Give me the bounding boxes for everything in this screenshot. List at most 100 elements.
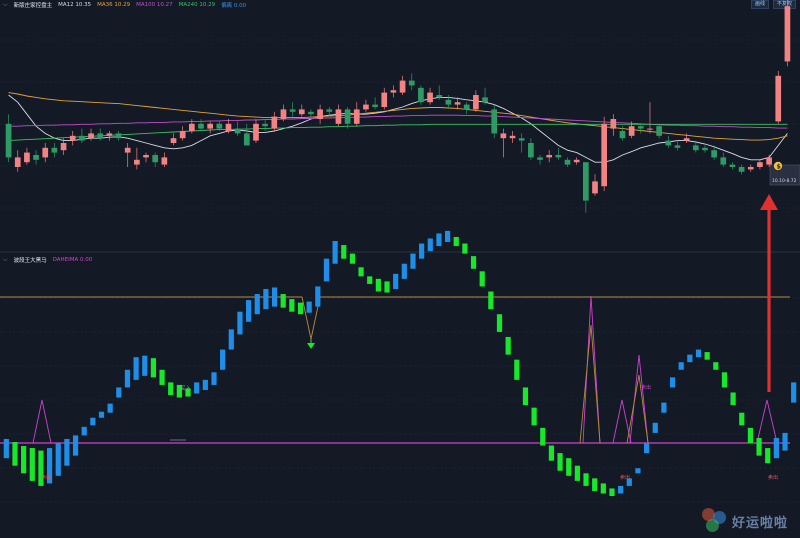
candle-body — [463, 104, 470, 110]
chart-canvas[interactable]: 10.10-8.72 $ 买入 卖出 卖出 卖出 卖出 — [0, 0, 800, 538]
indicator-bar — [574, 465, 580, 481]
indicator-bar — [704, 352, 710, 360]
candle-body — [179, 131, 186, 139]
indicator-bar — [323, 258, 330, 282]
indicator-bar — [773, 437, 779, 459]
indicator-bar — [765, 448, 771, 464]
indicator-bar — [124, 369, 131, 388]
indicator-bar — [661, 402, 667, 413]
candle-body — [308, 111, 314, 115]
indicator-bar — [228, 329, 234, 350]
candle-body — [702, 147, 708, 151]
indicator-bar — [315, 286, 321, 307]
candle-body — [207, 123, 214, 129]
indicator-bar — [747, 427, 754, 443]
indicator-bar — [462, 243, 468, 254]
candle-body — [564, 159, 571, 165]
magenta-spike — [32, 399, 52, 444]
candle-body — [656, 126, 662, 136]
up-arrow-annotation — [760, 194, 778, 392]
indicator-bar — [306, 301, 312, 313]
candle-body — [454, 102, 461, 105]
candle-body — [399, 80, 406, 93]
candle-body — [353, 109, 360, 124]
candle-body — [628, 126, 635, 136]
candle-body — [711, 150, 717, 158]
candle-body — [152, 155, 159, 163]
candle-body — [124, 147, 131, 153]
candle-body — [381, 92, 388, 107]
candle-body — [88, 133, 94, 139]
candle-body — [326, 109, 333, 112]
candle-body — [14, 157, 21, 167]
indicator-bar — [436, 233, 442, 247]
indicator-bar — [90, 417, 96, 426]
candle-body — [143, 155, 149, 158]
candle-body — [363, 104, 369, 110]
indicator-bar — [21, 446, 27, 474]
indicator-bar — [72, 435, 79, 456]
indicator-bar — [116, 387, 122, 398]
indicator-bar — [211, 372, 217, 385]
candle-body — [573, 159, 580, 163]
candle-body — [665, 140, 672, 146]
candle-body — [482, 97, 488, 103]
candle-body — [647, 128, 653, 130]
candle-body — [225, 123, 232, 131]
candle-body — [537, 157, 543, 160]
indicator-bar — [263, 288, 269, 310]
candle-body — [418, 87, 424, 103]
indicator-bar — [453, 236, 459, 247]
indicator-bar — [358, 267, 364, 277]
price-tag-text: 10.10-8.72 — [772, 178, 797, 184]
indicator-bar — [566, 458, 572, 476]
indicator-bar — [531, 407, 537, 426]
candle-body — [298, 109, 305, 115]
candle-body — [69, 135, 76, 141]
indicator-bar — [194, 382, 200, 394]
candle-body — [674, 145, 681, 148]
indicator-bar — [557, 453, 563, 471]
indicator-bar — [289, 299, 295, 312]
candle-body — [188, 123, 195, 131]
candle-body — [766, 157, 772, 165]
candle-body — [5, 123, 12, 158]
candle-body — [436, 95, 443, 98]
info-icon[interactable]: $ — [773, 161, 783, 171]
indicator-bar — [55, 443, 61, 476]
sell-label-3: 卖出 — [641, 384, 651, 391]
indicator-bar — [444, 230, 451, 243]
indicator-bar — [12, 441, 18, 466]
sell-label-1: 卖出 — [41, 474, 51, 481]
indicator-bar — [548, 445, 555, 461]
candle-body — [161, 157, 168, 165]
candle-body — [280, 109, 287, 119]
indicator-bar — [782, 432, 788, 451]
indicator-bar — [522, 387, 529, 406]
indicator-bar — [600, 483, 606, 494]
indicator-bar — [687, 354, 693, 363]
candle-body — [253, 123, 259, 141]
indicator-bars — [3, 230, 797, 497]
indicator-bar — [695, 349, 702, 358]
candle-body — [683, 138, 690, 141]
indicator-bar — [505, 336, 511, 355]
indicator-bar — [488, 291, 494, 310]
upper-reference-line — [0, 296, 790, 340]
indicator-bar — [245, 300, 252, 322]
indicator-bar — [375, 278, 381, 292]
indicator-bar — [419, 243, 425, 259]
indicator-bar — [583, 473, 589, 486]
magenta-spike — [756, 399, 778, 444]
indicator-bar — [341, 245, 347, 259]
indicator-bar — [730, 392, 736, 406]
candle-body — [335, 109, 342, 124]
candle-body — [601, 123, 608, 187]
candle-body — [134, 159, 140, 165]
sell-label-2: 卖出 — [620, 474, 630, 481]
indicator-bar — [220, 349, 226, 370]
magenta-spike — [629, 354, 649, 444]
indicator-bar — [643, 443, 650, 454]
candle-body — [720, 157, 727, 165]
candle-body — [216, 123, 223, 129]
